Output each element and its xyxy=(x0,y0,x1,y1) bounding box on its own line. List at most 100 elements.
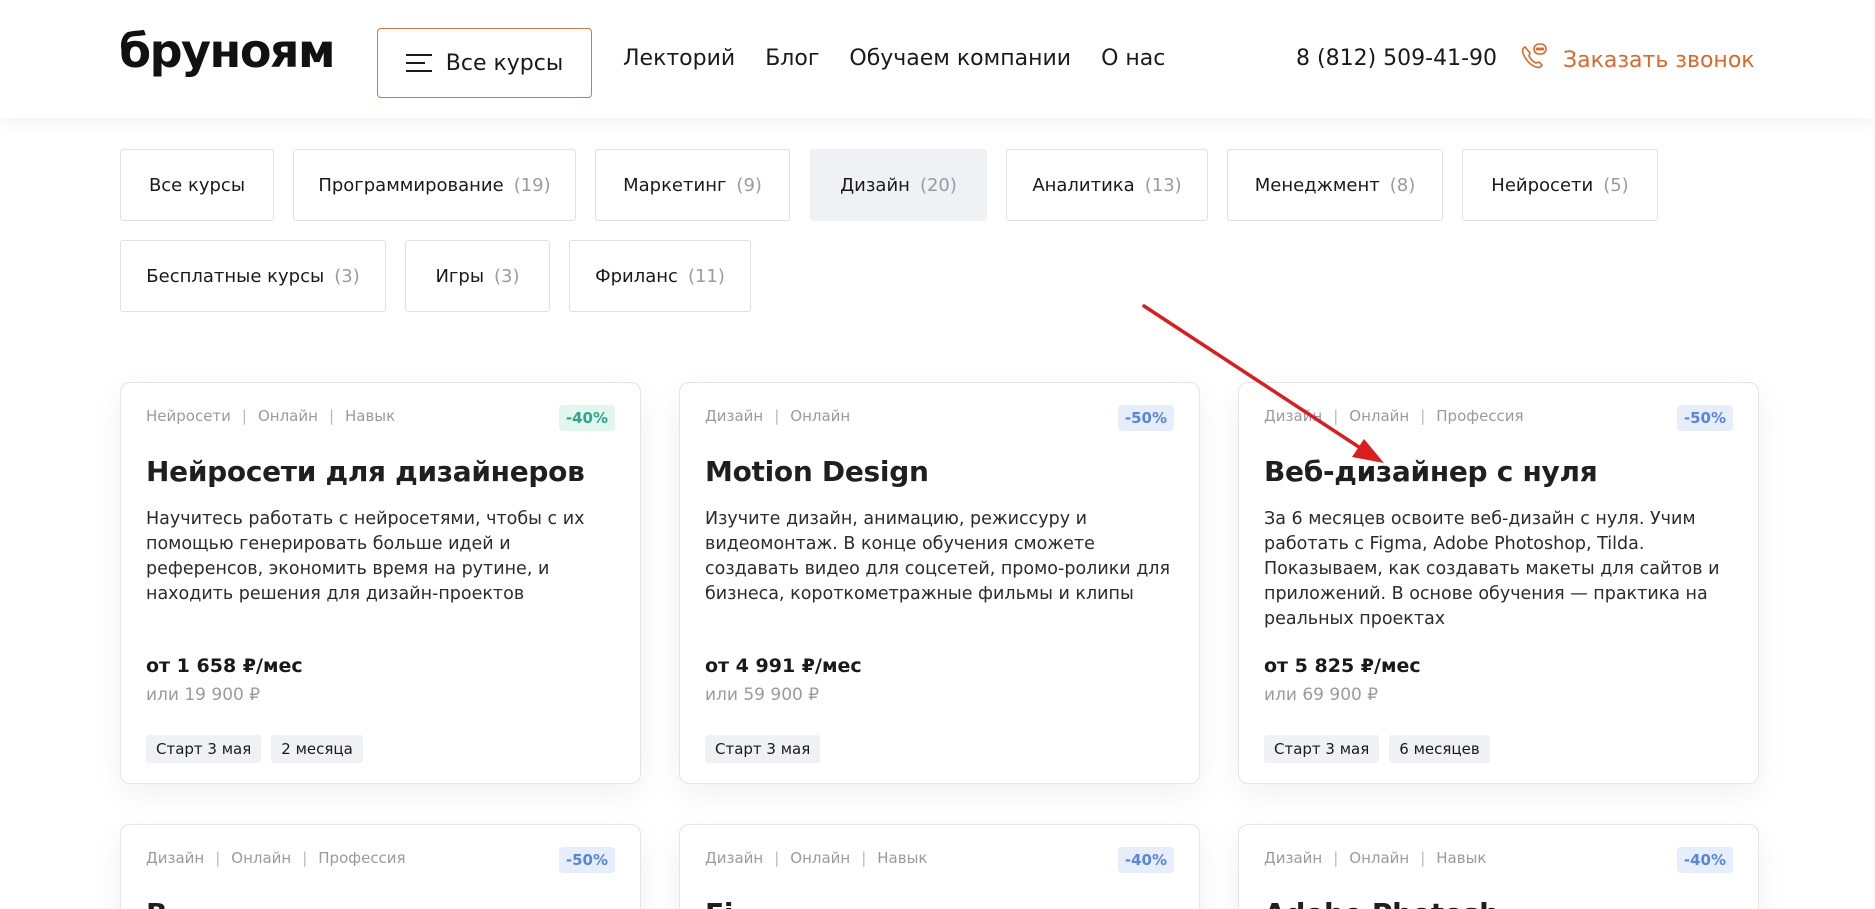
course-title[interactable]: Веб-дизайнер с нуля xyxy=(1264,455,1598,488)
filter-count: (19) xyxy=(513,174,551,196)
course-card[interactable]: Дизайн| Онлайн| Профессия -50% В xyxy=(120,824,641,909)
filter-design[interactable]: Дизайн (20) xyxy=(810,149,987,221)
course-tags: Дизайн | Онлайн | Навык xyxy=(705,849,928,867)
duration-pill: 2 месяца xyxy=(271,735,363,763)
course-card[interactable]: Дизайн | Онлайн | Профессия -50% Веб-дизай… xyxy=(1238,382,1759,784)
phone-chat-icon xyxy=(1519,42,1549,78)
price-full: или 59 900 ₽ xyxy=(705,685,820,705)
course-card[interactable]: Дизайн| Онлайн| Навык -40% Fi xyxy=(679,824,1200,909)
start-date-pill: Старт 3 мая xyxy=(705,735,821,763)
discount-badge: -50% xyxy=(1676,405,1733,431)
discount-badge: -50% xyxy=(1117,405,1174,431)
tag: Нейросети xyxy=(146,407,231,425)
tag: Дизайн xyxy=(705,407,764,425)
course-title[interactable]: Adobe Photosh xyxy=(1264,897,1499,909)
all-courses-button[interactable]: Все курсы xyxy=(377,28,592,98)
filter-label: Дизайн xyxy=(840,174,910,196)
discount-badge: -50% xyxy=(558,847,615,873)
filter-count: (3) xyxy=(334,265,360,287)
course-title[interactable]: Fi xyxy=(705,897,733,909)
course-description: Научитесь работать с нейросетями, чтобы … xyxy=(146,509,585,604)
course-description: За 6 месяцев освоите веб-дизайн с нуля. … xyxy=(1264,509,1720,629)
discount-badge: -40% xyxy=(1117,847,1174,873)
filter-all[interactable]: Все курсы xyxy=(120,149,274,221)
tag: Онлайн xyxy=(790,849,851,867)
logo[interactable]: бруноям xyxy=(119,24,336,78)
course-card[interactable]: Нейросети | Онлайн | Навык -40% Нейросети … xyxy=(120,382,641,784)
filter-count: (13) xyxy=(1144,174,1182,196)
filter-label: Игры xyxy=(435,265,485,287)
callback-button[interactable]: Заказать звонок xyxy=(1519,42,1755,78)
filter-label: Бесплатные курсы xyxy=(146,265,325,287)
start-date-pill: Старт 3 мая xyxy=(146,735,262,763)
filter-label: Маркетинг xyxy=(623,174,727,196)
tag: Профессия xyxy=(1436,407,1524,425)
tag: Онлайн xyxy=(1349,407,1410,425)
filter-count: (5) xyxy=(1603,174,1629,196)
course-meta: Старт 3 мая 2 месяца xyxy=(146,735,363,763)
all-courses-label: Все курсы xyxy=(445,50,564,76)
filter-marketing[interactable]: Маркетинг (9) xyxy=(595,149,790,221)
price-monthly: от 4 991 ₽/мес xyxy=(705,655,862,677)
tag: Онлайн xyxy=(231,849,292,867)
tag: Дизайн xyxy=(1264,849,1323,867)
tag: Дизайн xyxy=(1264,407,1323,425)
main-nav: Лекторий Блог Обучаем компании О нас xyxy=(623,46,1195,71)
filter-count: (3) xyxy=(494,265,520,287)
start-date-pill: Старт 3 мая xyxy=(1264,735,1380,763)
tag: Навык xyxy=(345,407,396,425)
duration-pill: 6 месяцев xyxy=(1389,735,1490,763)
nav-link-lectures[interactable]: Лекторий xyxy=(623,46,735,71)
callback-label: Заказать звонок xyxy=(1563,47,1755,73)
filter-count: (20) xyxy=(919,174,957,196)
price-monthly: от 5 825 ₽/мес xyxy=(1264,655,1421,677)
filter-count: (11) xyxy=(687,265,725,287)
course-tags: Дизайн | Онлайн | Профессия xyxy=(146,849,406,867)
course-tags: Дизайн | Онлайн xyxy=(705,407,851,425)
tag: Дизайн xyxy=(705,849,764,867)
price-full: или 19 900 ₽ xyxy=(146,685,261,705)
course-card[interactable]: Дизайн| Онлайн| Навык -40% Adobe Photosh xyxy=(1238,824,1759,909)
tag: Онлайн xyxy=(790,407,851,425)
nav-link-blog[interactable]: Блог xyxy=(765,46,819,71)
site-header: бруноям Все курсы Лекторий Блог Обучаем … xyxy=(0,0,1875,118)
filter-label: Нейросети xyxy=(1491,174,1594,196)
filter-games[interactable]: Игры (3) xyxy=(405,240,550,312)
filter-programming[interactable]: Программирование (19) xyxy=(293,149,576,221)
filter-freelance[interactable]: Фриланс (11) xyxy=(569,240,751,312)
course-meta: Старт 3 мая 6 месяцев xyxy=(1264,735,1490,763)
tag: Онлайн xyxy=(1349,849,1410,867)
course-title[interactable]: В xyxy=(146,897,167,909)
course-description: Изучите дизайн, анимацию, режиссуру и ви… xyxy=(705,509,1171,604)
tag: Навык xyxy=(877,849,928,867)
tag: Навык xyxy=(1436,849,1487,867)
course-meta: Старт 3 мая xyxy=(705,735,821,763)
filter-free-courses[interactable]: Бесплатные курсы (3) xyxy=(120,240,386,312)
filter-management[interactable]: Менеджмент (8) xyxy=(1227,149,1443,221)
filter-label: Программирование xyxy=(318,174,504,196)
filter-count: (9) xyxy=(736,174,762,196)
filter-label: Фриланс xyxy=(595,265,678,287)
course-tags: Нейросети | Онлайн | Навык xyxy=(146,407,396,425)
nav-link-corporate[interactable]: Обучаем компании xyxy=(849,46,1071,71)
filter-analytics[interactable]: Аналитика (13) xyxy=(1006,149,1208,221)
filter-label: Менеджмент xyxy=(1254,174,1380,196)
course-title[interactable]: Motion Design xyxy=(705,455,929,488)
price-monthly: от 1 658 ₽/мес xyxy=(146,655,303,677)
price-full: или 69 900 ₽ xyxy=(1264,685,1379,705)
filter-neural-networks[interactable]: Нейросети (5) xyxy=(1462,149,1658,221)
course-card[interactable]: Дизайн | Онлайн -50% Motion Design Изучит… xyxy=(679,382,1200,784)
nav-link-about[interactable]: О нас xyxy=(1101,46,1165,71)
filter-count: (8) xyxy=(1389,174,1416,196)
tag: Дизайн xyxy=(146,849,205,867)
course-tags: Дизайн | Онлайн | Навык xyxy=(1264,849,1487,867)
tag: Онлайн xyxy=(257,407,318,425)
menu-icon xyxy=(405,53,432,73)
discount-badge: -40% xyxy=(1676,847,1733,873)
course-tags: Дизайн | Онлайн | Профессия xyxy=(1264,407,1524,425)
filter-label: Аналитика xyxy=(1032,174,1135,196)
phone-number[interactable]: 8 (812) 509-41-90 xyxy=(1296,46,1497,71)
discount-badge: -40% xyxy=(558,405,615,431)
tag: Профессия xyxy=(318,849,406,867)
course-title[interactable]: Нейросети для дизайнеров xyxy=(146,455,585,488)
